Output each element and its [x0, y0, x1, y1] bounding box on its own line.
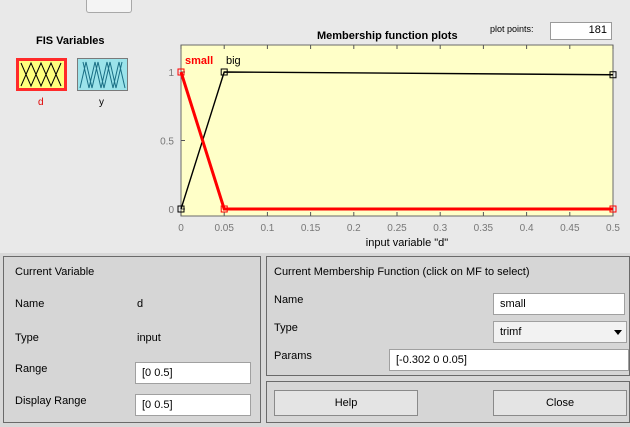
mf-type-value: trimf [500, 326, 522, 338]
current-mf-panel: Current Membership Function (click on MF… [266, 256, 630, 376]
buttons-panel: Help Close [266, 381, 630, 423]
x-tick-label: 0.25 [387, 223, 407, 234]
x-tick-label: 0.35 [474, 223, 494, 234]
mf-type-select[interactable]: trimf [493, 321, 627, 343]
variable-type-value: input [137, 332, 161, 344]
display-range-input[interactable]: [0 0.5] [135, 394, 251, 416]
plot-area [180, 44, 614, 217]
variable-name-label: Name [15, 298, 45, 310]
help-button[interactable]: Help [274, 390, 418, 416]
variable-name-value: d [137, 298, 144, 310]
x-axis-label: input variable "d" [366, 237, 449, 249]
mf-type-label: Type [274, 322, 298, 334]
y-tick-label: 0 [168, 205, 174, 216]
x-tick-label: 0.5 [606, 223, 620, 234]
current-variable-panel: Current Variable Name d Type input Range… [3, 256, 261, 423]
current-mf-title: Current Membership Function (click on MF… [274, 266, 530, 278]
mf-params-label: Params [274, 350, 312, 362]
x-tick-label: 0 [178, 223, 184, 234]
y-tick-label: 1 [168, 68, 174, 79]
x-tick-label: 0.2 [347, 223, 361, 234]
membership-function-plot[interactable]: 0 0.05 0.1 0.15 0.2 0.25 0.3 0.35 0.4 0.45 0.5 0 0.5… [0, 0, 630, 253]
x-tick-label: 0.4 [520, 223, 534, 234]
range-label: Range [15, 363, 48, 375]
mf-label-big[interactable]: big [226, 55, 241, 67]
y-tick-label: 0.5 [160, 137, 174, 148]
mf-label-small[interactable]: small [185, 55, 213, 67]
range-input[interactable]: [0 0.5] [135, 362, 251, 384]
x-tick-label: 0.05 [214, 223, 234, 234]
mf-name-label: Name [274, 294, 304, 306]
mf-params-input[interactable]: [-0.302 0 0.05] [389, 349, 629, 371]
display-range-label: Display Range [15, 395, 87, 407]
x-tick-label: 0.15 [301, 223, 321, 234]
close-button[interactable]: Close [493, 390, 627, 416]
x-tick-label: 0.45 [560, 223, 580, 234]
x-tick-label: 0.1 [260, 223, 274, 234]
x-tick-label: 0.3 [433, 223, 447, 234]
chevron-down-icon [614, 330, 622, 335]
current-variable-title: Current Variable [15, 266, 95, 278]
mf-name-input[interactable]: small [493, 293, 625, 315]
variable-type-label: Type [15, 332, 39, 344]
